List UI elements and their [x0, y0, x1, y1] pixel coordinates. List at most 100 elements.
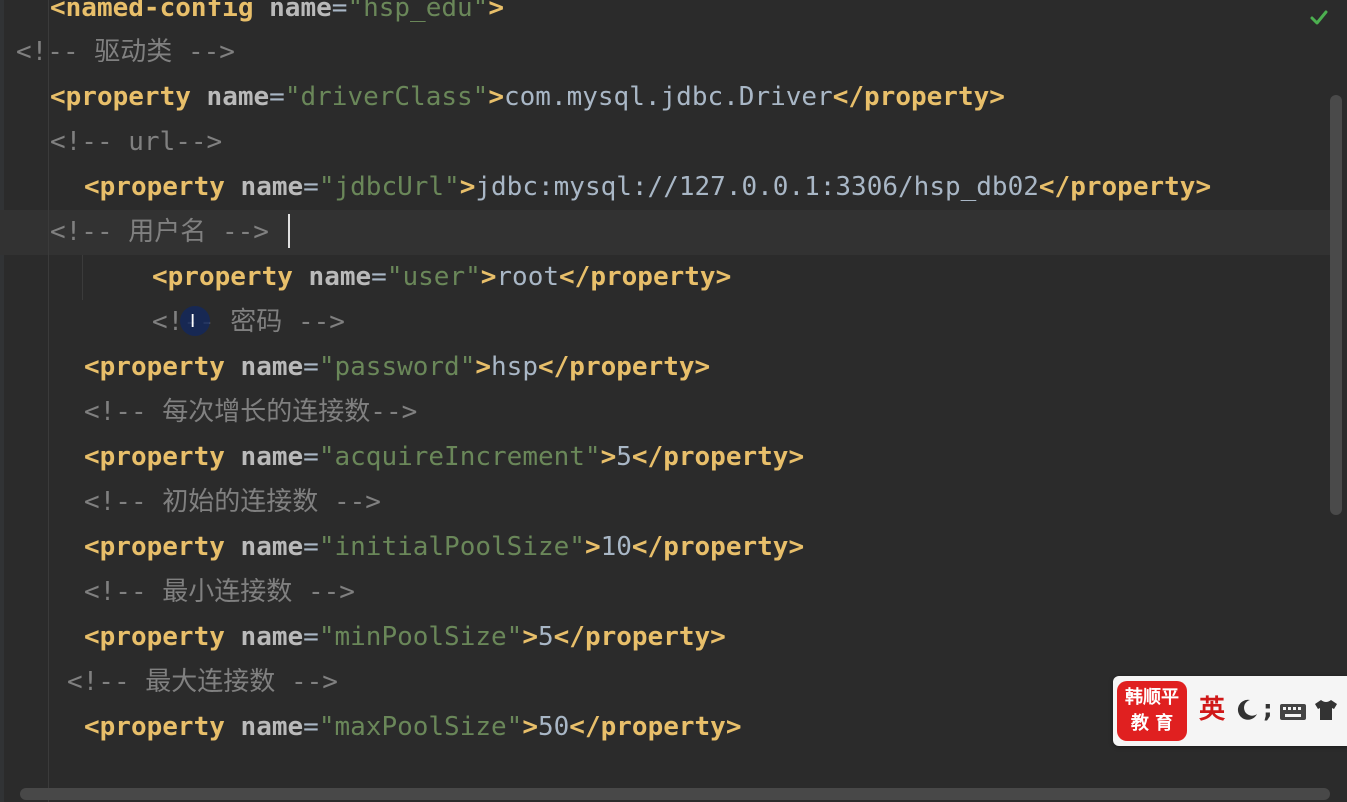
code-token: <property: [84, 532, 241, 562]
code-token: 5: [616, 442, 632, 472]
check-icon[interactable]: [1309, 8, 1329, 28]
code-token: =: [371, 262, 387, 292]
code-token: <property: [152, 262, 309, 292]
code-token: name: [308, 262, 372, 292]
code-editor[interactable]: <named-config name="hsp_edu"> <!-- 驱动类 --…: [0, 0, 1347, 802]
code-token: hsp: [491, 352, 538, 382]
code-token: =: [303, 442, 319, 472]
code-token: <property: [84, 172, 241, 202]
code-line[interactable]: <!-- 用户名 -->: [50, 212, 269, 252]
code-line[interactable]: <property name="minPoolSize">5</property…: [84, 617, 726, 657]
code-token: </property>: [832, 82, 1005, 112]
code-token: -->: [172, 37, 235, 67]
code-token: <property: [84, 442, 241, 472]
ime-punctuation-toggle[interactable]: ;: [1263, 694, 1273, 724]
code-token: </property>: [559, 262, 732, 292]
code-token: 5: [537, 622, 554, 652]
brand-logo-line2: 教 育: [1130, 713, 1174, 734]
code-token: </property>: [631, 442, 805, 472]
code-token: >: [459, 172, 476, 202]
code-token: -->: [318, 487, 381, 517]
brand-logo: 韩顺平 教 育: [1117, 681, 1187, 741]
code-token: <property: [84, 622, 241, 652]
code-token: >: [488, 0, 504, 23]
code-token: <!--: [84, 397, 163, 427]
code-token: -->: [282, 307, 345, 337]
code-token: name: [240, 442, 304, 472]
code-token: -->: [206, 217, 269, 247]
code-line[interactable]: <property name="driverClass">com.mysql.j…: [50, 77, 1005, 117]
code-line[interactable]: <property name="maxPoolSize">50</propert…: [84, 707, 741, 747]
code-token: >: [584, 532, 601, 562]
code-token: =: [303, 172, 319, 202]
code-token: 50: [537, 712, 570, 742]
code-token: name: [269, 0, 332, 23]
code-token: name: [240, 622, 304, 652]
moon-icon[interactable]: [1235, 698, 1259, 722]
code-token: =: [331, 0, 348, 23]
code-line[interactable]: <!-- 初始的连接数 -->: [84, 482, 381, 522]
shirt-icon[interactable]: [1313, 698, 1339, 722]
code-token: >: [600, 442, 617, 472]
code-token: "minPoolSize": [318, 622, 523, 652]
code-token: name: [240, 712, 304, 742]
code-line[interactable]: <property name="jdbcUrl">jdbc:mysql://12…: [84, 167, 1211, 207]
code-token: name: [206, 82, 270, 112]
code-line[interactable]: <property name="initialPoolSize">10</pro…: [84, 527, 804, 567]
code-line[interactable]: <!-- 驱动类 -->: [16, 32, 235, 72]
code-token: name: [240, 532, 304, 562]
code-token: </property>: [1038, 172, 1212, 202]
code-token: <property: [84, 352, 241, 382]
code-token: =: [303, 532, 319, 562]
code-token: "hsp_edu": [347, 0, 489, 23]
code-token: 驱动类: [94, 37, 173, 67]
code-token: <!--: [16, 37, 95, 67]
code-token: <named-config: [50, 0, 270, 23]
code-token: >: [522, 712, 538, 742]
code-token: =: [303, 352, 319, 382]
code-token: "jdbcUrl": [318, 172, 460, 202]
editor-gutter: [0, 0, 4, 802]
code-token: 密码: [230, 307, 283, 337]
code-line[interactable]: <named-config name="hsp_edu">: [50, 0, 504, 28]
code-line[interactable]: <!-- 最小连接数 -->: [84, 572, 355, 612]
code-token: =: [269, 82, 285, 112]
code-line[interactable]: <property name="acquireIncrement">5</pro…: [84, 437, 804, 477]
vertical-scrollbar[interactable]: [1330, 95, 1342, 515]
code-token: "maxPoolSize": [318, 712, 523, 742]
ime-language-toggle[interactable]: 英: [1199, 694, 1225, 726]
code-token: <property: [84, 712, 241, 742]
text-caret: [288, 214, 290, 248]
keyboard-icon[interactable]: [1279, 702, 1307, 722]
code-token: "password": [318, 352, 476, 382]
code-token: 每次增长的连接数: [162, 397, 371, 427]
code-token: 用户名: [128, 217, 207, 247]
code-token: >: [488, 82, 504, 112]
code-token: >: [480, 262, 497, 292]
code-token: 最小连接数: [162, 577, 293, 607]
code-line[interactable]: <!-- url-->: [50, 122, 222, 162]
code-token: <!--: [84, 487, 163, 517]
code-line[interactable]: <property name="password">hsp</property>: [84, 347, 710, 387]
brand-logo-line1: 韩顺平: [1125, 687, 1179, 708]
code-token: -->: [370, 397, 418, 427]
code-token: </property>: [569, 712, 742, 742]
indent-guide: [82, 255, 83, 300]
code-token: "initialPoolSize": [318, 532, 585, 562]
code-token: </property>: [631, 532, 805, 562]
code-line[interactable]: <property name="user">root</property>: [152, 257, 731, 297]
code-token: =: [303, 712, 319, 742]
code-token: jdbc:mysql://127.0.0.1:3306/hsp_db02: [475, 172, 1039, 202]
code-token: 初始的连接数: [162, 487, 319, 517]
code-token: <!--: [50, 217, 129, 247]
code-line[interactable]: <!-- 每次增长的连接数-->: [84, 392, 417, 432]
horizontal-scrollbar[interactable]: [20, 788, 1330, 800]
code-token: </property>: [553, 622, 726, 652]
ime-toolbar: 韩顺平 教 育 英 ;: [1113, 676, 1347, 746]
code-token: </property>: [538, 352, 711, 382]
code-token: <property: [50, 82, 207, 112]
code-token: "acquireIncrement": [318, 442, 601, 472]
code-token: "user": [386, 262, 481, 292]
code-line[interactable]: <!-- 最大连接数 -->: [67, 662, 338, 702]
code-token: "driverClass": [284, 82, 489, 112]
